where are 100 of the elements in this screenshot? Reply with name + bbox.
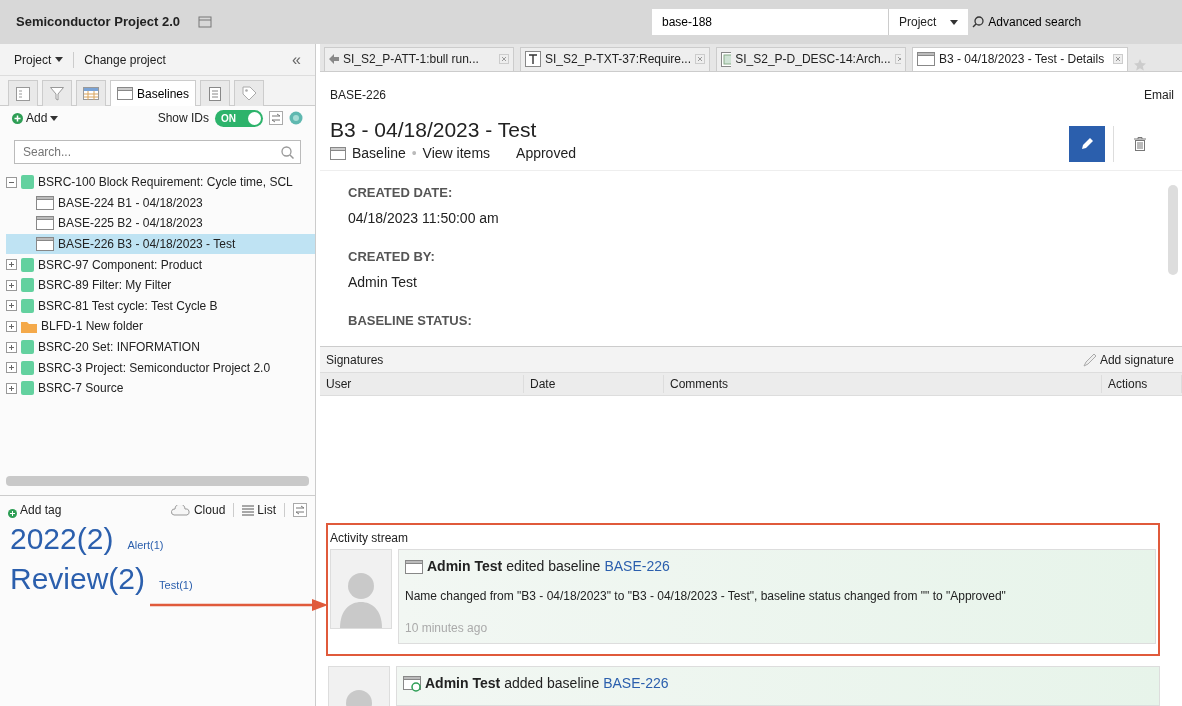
baseline-icon [36, 195, 54, 210]
tree-item[interactable]: BASE-224 B1 - 04/18/2023 [6, 192, 315, 214]
tree-item[interactable]: BASE-225 B2 - 04/18/2023 [6, 213, 315, 234]
baseline-icon [330, 146, 346, 160]
separator-dot: • [411, 143, 417, 163]
view-tab[interactable]: Baselines [110, 80, 197, 106]
column-header[interactable]: Date [524, 375, 664, 394]
tree-item[interactable]: BLFD-1 New folder [6, 316, 315, 337]
caret-icon [50, 115, 59, 121]
close-icon[interactable] [499, 54, 509, 65]
collapse-icon[interactable] [6, 176, 17, 188]
view-tab[interactable] [200, 80, 231, 106]
filter-icon [50, 86, 64, 101]
expand-icon[interactable] [6, 362, 17, 374]
view-tab[interactable] [8, 80, 38, 106]
plus-icon [12, 112, 23, 124]
document-tab[interactable]: SI_S2_P-D_DESC-14:Arch... [716, 46, 906, 71]
tag-link[interactable]: Alert(1) [127, 537, 164, 554]
folder-icon [21, 319, 37, 333]
tree-item[interactable]: BSRC-97 Component: Product [6, 254, 315, 275]
expand-icon[interactable] [6, 382, 17, 394]
baseline-icon [405, 559, 423, 574]
horizontal-scrollbar[interactable] [6, 476, 309, 486]
project-menu[interactable]: Project [14, 50, 52, 69]
view-items-link[interactable]: View items [422, 142, 491, 164]
add-menu[interactable]: Add [12, 109, 59, 127]
activity-action: edited baseline [506, 557, 601, 576]
cloud-view-button[interactable]: Cloud [170, 501, 226, 519]
pencil-icon [1082, 352, 1097, 367]
expand-icon[interactable] [6, 279, 17, 291]
source-icon [21, 257, 34, 272]
source-icon [21, 175, 34, 190]
timestamp: 10 minutes ago [405, 620, 489, 637]
activity-action: added baseline [504, 674, 600, 693]
tag-link[interactable]: Review(2) [10, 564, 146, 594]
column-header[interactable]: Actions [1102, 375, 1182, 394]
view-tab[interactable] [234, 80, 265, 106]
search-icon [972, 16, 985, 28]
arrow-icon [329, 54, 339, 65]
tree-item[interactable]: BSRC-100 Block Requirement: Cycle time, SCL [6, 172, 315, 193]
list-view-button[interactable]: List [242, 501, 276, 519]
source-icon [21, 298, 34, 313]
document-tab[interactable]: B3 - 04/18/2023 - Test - Details [912, 46, 1128, 71]
add-signature-button[interactable]: Add signature [1082, 350, 1174, 369]
item-link[interactable]: BASE-226 [604, 556, 670, 577]
advanced-search-link[interactable]: Advanced search [968, 13, 1086, 31]
list-icon [242, 504, 255, 516]
tree-search-field[interactable]: Search... [14, 140, 301, 164]
expand-icon[interactable] [6, 320, 17, 332]
item-type: Baseline [352, 143, 406, 163]
tree-item[interactable]: BSRC-81 Test cycle: Test Cycle B [6, 295, 315, 317]
expand-icon[interactable] [6, 341, 17, 353]
expand-icon[interactable] [6, 300, 17, 312]
star-icon[interactable] [1134, 58, 1146, 71]
user-name: Admin Test [425, 674, 501, 693]
add-tag-button[interactable]: Add tag [8, 501, 62, 519]
item-link[interactable]: BASE-226 [603, 673, 669, 694]
signatures-title: Signatures [326, 351, 384, 369]
close-icon[interactable] [1113, 54, 1123, 65]
document-tab[interactable]: SI_S2_P-ATT-1:bull run... [324, 46, 514, 71]
pencil-icon [1080, 136, 1094, 151]
close-icon[interactable] [695, 54, 705, 65]
change-project-link[interactable]: Change project [84, 50, 166, 69]
expand-icon[interactable] [6, 259, 17, 271]
baseline-icon [36, 216, 54, 231]
scope-dropdown[interactable]: Project [888, 9, 969, 35]
show-ids-label: Show IDs [157, 110, 209, 127]
window-icon[interactable] [198, 16, 212, 28]
view-tab[interactable] [42, 80, 72, 106]
outline-icon [16, 86, 30, 101]
tree-item[interactable]: BSRC-3 Project: Semiconductor Project 2.0 [6, 357, 315, 378]
email-link[interactable]: Email [1144, 85, 1174, 104]
source-icon [21, 360, 34, 375]
collapse-panel-button[interactable]: « [292, 47, 301, 72]
tree-item[interactable]: BSRC-20 Set: INFORMATION [6, 336, 315, 358]
tree-item[interactable]: BSRC-7 Source [6, 377, 315, 399]
source-icon [21, 340, 34, 355]
diagram-icon [721, 51, 732, 67]
vertical-scrollbar[interactable] [1168, 184, 1178, 275]
field-label: CREATED DATE: [348, 184, 454, 201]
plus-icon [8, 508, 17, 518]
close-icon[interactable] [894, 54, 901, 65]
tree-item[interactable]: BASE-226 B3 - 04/18/2023 - Test [6, 233, 315, 255]
column-header[interactable]: Comments [664, 375, 1102, 394]
cloud-icon [170, 504, 191, 516]
view-tab[interactable] [76, 80, 106, 106]
column-header[interactable]: User [320, 375, 524, 394]
source-icon [21, 381, 34, 396]
edit-button[interactable] [1069, 125, 1105, 162]
field-label: BASELINE STATUS: [348, 312, 473, 329]
text-icon [525, 51, 541, 68]
document-tab[interactable]: SI_S2_P-TXT-37:Require... [520, 46, 710, 71]
baseline-icon [117, 87, 133, 100]
tree-item[interactable]: BSRC-89 Filter: My Filter [6, 274, 315, 296]
tag-link[interactable]: Test(1) [159, 577, 193, 594]
tag-link[interactable]: 2022(2) [10, 524, 114, 554]
sync-icon[interactable] [293, 503, 307, 517]
baseline-add-icon [403, 675, 421, 692]
activity-detail: Name changed from "B3 - 04/18/2023" to "B3 - 04/18/2023 - Test", baseline status changed from "" to "Approved" [405, 588, 1007, 605]
sync-icon[interactable] [269, 111, 283, 125]
